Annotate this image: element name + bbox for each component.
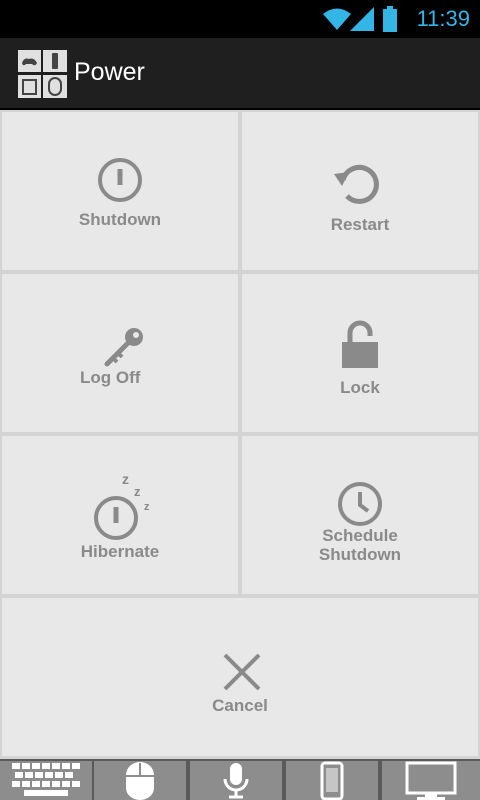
hibernate-button[interactable]: z z z Hibernate [2,436,238,594]
monitor-button[interactable] [382,761,480,800]
shutdown-label: Shutdown [78,210,162,229]
shutdown-button[interactable]: Shutdown [2,112,238,270]
schedule-shutdown-button[interactable]: Schedule Shutdown [242,436,478,594]
close-icon [223,653,261,691]
restart-button[interactable]: Restart [242,112,478,270]
battery-icon [383,6,397,32]
logoff-button[interactable]: Log Off [2,274,238,432]
wifi-icon [323,8,351,30]
mouse-icon [126,762,154,800]
app-icon[interactable] [18,50,67,98]
bottom-toolbar [0,759,480,800]
clock: 11:39 [416,6,470,31]
key-icon [104,328,143,367]
phone-button[interactable] [286,761,378,800]
schedule-label-line2: Shutdown [318,545,402,564]
logoff-label: Log Off [80,368,141,387]
power-icon [98,158,142,202]
phone-icon [320,761,344,800]
cell-signal-icon [350,7,374,31]
clock-icon [338,482,382,526]
microphone-icon [223,763,249,799]
svg-text:z: z [144,501,150,513]
svg-text:z: z [134,484,141,499]
hibernate-label: Hibernate [80,542,160,561]
lock-label: Lock [340,378,380,397]
schedule-label-line1: Schedule [322,526,398,545]
lock-button[interactable]: Lock [242,274,478,432]
svg-text:z: z [122,472,129,487]
restart-label: Restart [330,215,390,234]
cancel-button[interactable]: Cancel [2,598,478,756]
cancel-label: Cancel [212,696,268,715]
lock-icon [342,320,378,368]
mouse-button[interactable] [94,761,186,800]
page-title: Power [74,58,145,86]
hibernate-icon: z z z [94,472,150,540]
keyboard-icon [12,763,80,796]
keyboard-button[interactable] [0,761,92,800]
status-bar: 11:39 [0,0,480,38]
monitor-icon [405,761,457,800]
microphone-button[interactable] [190,761,282,800]
restart-icon [334,164,379,204]
action-bar: Power [0,38,480,110]
